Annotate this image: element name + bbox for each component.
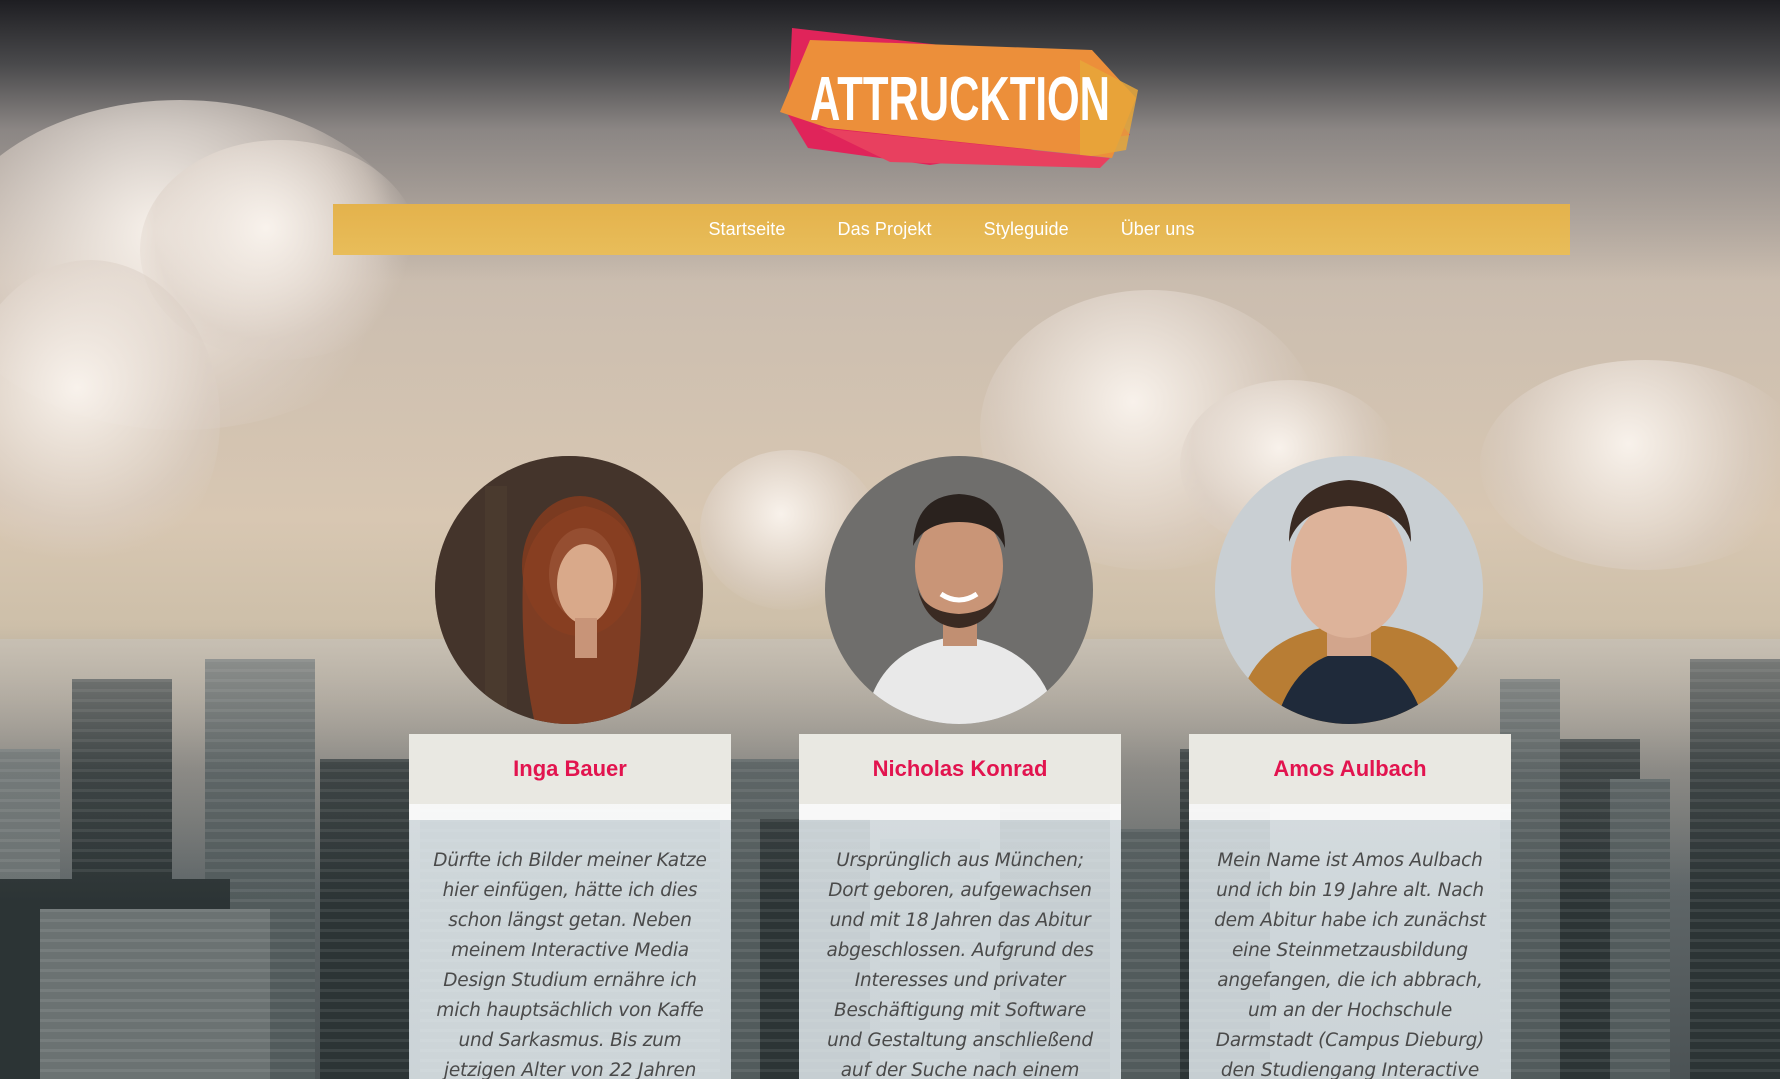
avatar xyxy=(435,456,703,724)
member-bio-box: Mein Name ist Amos Aulbach und ich bin 1… xyxy=(1189,804,1511,1079)
nav-item-ueber-uns[interactable]: Über uns xyxy=(1095,219,1221,240)
member-bio: Dürfte ich Bilder meiner Katze hier einf… xyxy=(433,850,707,1079)
member-bio: Ursprünglich aus München; Dort geboren, … xyxy=(826,850,1094,1079)
member-bio-box: Ursprünglich aus München; Dort geboren, … xyxy=(799,804,1121,1079)
avatar xyxy=(825,456,1093,724)
page: ATTRUCKTION Startseite Das Projekt Style… xyxy=(0,0,1780,1079)
nav-item-das-projekt[interactable]: Das Projekt xyxy=(812,219,958,240)
member-name-box: Amos Aulbach xyxy=(1189,734,1511,804)
member-name: Amos Aulbach xyxy=(1273,756,1427,781)
site-logo[interactable]: ATTRUCKTION xyxy=(780,20,1140,170)
member-bio: Mein Name ist Amos Aulbach und ich bin 1… xyxy=(1214,850,1486,1079)
avatar xyxy=(1215,456,1483,724)
nav-item-startseite[interactable]: Startseite xyxy=(682,219,811,240)
member-bio-box: Dürfte ich Bilder meiner Katze hier einf… xyxy=(409,804,731,1079)
main-nav: Startseite Das Projekt Styleguide Über u… xyxy=(333,204,1570,255)
member-name: Nicholas Konrad xyxy=(872,756,1048,781)
member-name-box: Nicholas Konrad xyxy=(799,734,1121,804)
nav-item-styleguide[interactable]: Styleguide xyxy=(958,219,1095,240)
member-name: Inga Bauer xyxy=(513,756,627,781)
logo-text: ATTRUCKTION xyxy=(810,65,1110,134)
member-name-box: Inga Bauer xyxy=(409,734,731,804)
